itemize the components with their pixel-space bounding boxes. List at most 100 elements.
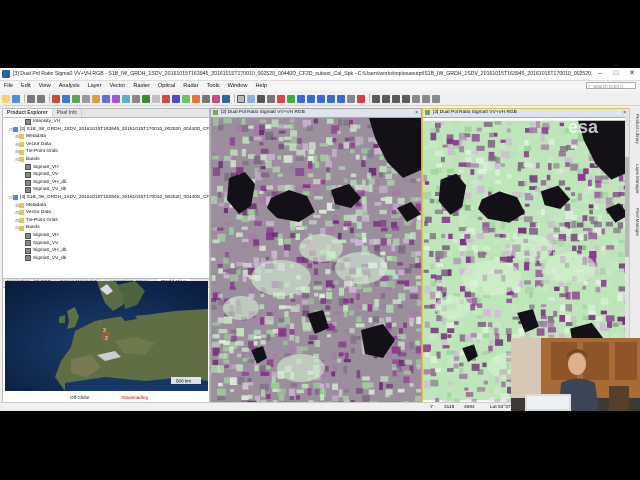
graph-builder-icon[interactable]	[162, 94, 170, 103]
zoom-out-icon[interactable]	[382, 94, 390, 103]
interferometry-icon[interactable]	[222, 94, 230, 103]
world-view-map[interactable]: 3 2 500 km	[5, 281, 208, 391]
menu-file[interactable]: File	[0, 83, 17, 89]
tab-product-explorer[interactable]: Product Explorer	[3, 109, 53, 117]
pin-tool-icon[interactable]	[277, 94, 285, 103]
spectrum-icon[interactable]	[122, 94, 130, 103]
information-icon[interactable]	[62, 94, 70, 103]
image-view-left[interactable]: [2] Dual Pol Ratio Sigma0 VV+VH RGB ×	[210, 108, 422, 403]
geocoding-icon[interactable]	[72, 94, 80, 103]
tile-vertically-icon[interactable]	[432, 94, 440, 103]
menu-analysis[interactable]: Analysis	[55, 83, 84, 89]
menu-edit[interactable]: Edit	[17, 83, 35, 89]
tab-pixel-info[interactable]: Pixel Info	[53, 109, 83, 117]
maximize-button[interactable]: □	[608, 68, 624, 80]
search-input[interactable]: ⌕ Search (Ctrl+I)	[586, 82, 636, 89]
sentinel-icon[interactable]	[192, 94, 200, 103]
zoom-all-icon[interactable]	[392, 94, 400, 103]
menu-layer[interactable]: Layer	[84, 83, 106, 89]
open-product-icon[interactable]	[2, 94, 10, 103]
tree-node[interactable]: Intensity_VH	[3, 118, 209, 126]
tree-node[interactable]: Sigma0_VV	[3, 171, 209, 179]
tree-node[interactable]: ⊞ Metadata	[3, 202, 209, 210]
undo-icon[interactable]	[27, 94, 35, 103]
folder-icon	[19, 210, 24, 216]
menu-window[interactable]: Window	[224, 83, 252, 89]
tree-node[interactable]: Sigma0_VH_db	[3, 179, 209, 187]
close-view-icon[interactable]: ×	[623, 109, 626, 117]
tree-node[interactable]: ⊟ Bands	[3, 156, 209, 164]
gcp-tool-icon[interactable]	[287, 94, 295, 103]
toolbar-separator	[49, 94, 50, 103]
tile-evenly-icon[interactable]	[412, 94, 420, 103]
tree-node-label: Sigma0_VH_db	[33, 248, 67, 254]
tree-node[interactable]: Sigma0_VH	[3, 164, 209, 172]
marker-label-3: 3	[103, 328, 106, 334]
tree-node-label: Bands	[26, 225, 40, 231]
zoom-in-icon[interactable]	[372, 94, 380, 103]
band-icon	[25, 247, 31, 254]
tree-node[interactable]: ⊟ [2] S1B_IW_GRDH_1SDV_20161015T163945_20…	[3, 126, 209, 134]
profile-plot-icon[interactable]	[112, 94, 120, 103]
menu-vector[interactable]: Vector	[106, 83, 130, 89]
tree-node[interactable]: ⊞ Tie-Point Grids	[3, 217, 209, 225]
tree-node[interactable]: ⊞ Vector Data	[3, 141, 209, 149]
draw-rectangle-icon[interactable]	[317, 94, 325, 103]
menu-view[interactable]: View	[35, 83, 55, 89]
mask-manager-icon[interactable]	[132, 94, 140, 103]
close-button[interactable]: ✕	[624, 68, 640, 80]
menu-help[interactable]: Help	[252, 83, 272, 89]
draw-polyline-icon[interactable]	[307, 94, 315, 103]
time-series-icon[interactable]	[182, 94, 190, 103]
polarimetry-icon[interactable]	[212, 94, 220, 103]
status-x-value: 3118	[444, 405, 455, 410]
tree-node[interactable]: Sigma0_VV_db	[3, 255, 209, 263]
draw-ellipse-icon[interactable]	[337, 94, 345, 103]
select-tool-icon[interactable]	[237, 94, 245, 103]
band-maths-icon[interactable]	[52, 94, 60, 103]
tree-node[interactable]: ⊟ [3] S1B_IW_GRDH_1SDV_20161015T163945_20…	[3, 194, 209, 202]
minimize-button[interactable]: –	[592, 68, 608, 80]
image-view-tab-left[interactable]: [2] Dual Pol Ratio Sigma0 VV+VH RGB ×	[211, 109, 421, 118]
scatter-plot-icon[interactable]	[102, 94, 110, 103]
dock-product-library[interactable]: Product Library	[632, 114, 640, 144]
dock-layer-manager[interactable]: Layer Manager	[632, 164, 640, 194]
image-view-tab-right[interactable]: [3] Dual Pol Ratio Sigma0 VV+VH RGB ×	[423, 109, 629, 118]
sar-tool-icon[interactable]	[202, 94, 210, 103]
tree-node[interactable]: Sigma0_VH_db	[3, 247, 209, 255]
snap-app-icon	[2, 70, 10, 78]
product-tree: Intensity_VH ⊟ [2] S1B_IW_GRDH_1SDV_201610…	[3, 118, 209, 278]
tile-horizontally-icon[interactable]	[422, 94, 430, 103]
tree-node[interactable]: Sigma0_VV	[3, 240, 209, 248]
zoom-tool-icon[interactable]	[257, 94, 265, 103]
draw-polygon-icon[interactable]	[327, 94, 335, 103]
toolbar-separator	[24, 94, 25, 103]
zoom-pixel-icon[interactable]	[402, 94, 410, 103]
dock-pixel-manager[interactable]: Pixel Manager	[632, 208, 640, 236]
close-view-icon[interactable]: ×	[415, 109, 418, 117]
redo-icon[interactable]	[37, 94, 45, 103]
sar-rgb-image-left[interactable]	[211, 118, 421, 403]
menu-radar[interactable]: Radar	[179, 83, 202, 89]
statistics-icon[interactable]	[82, 94, 90, 103]
histogram-icon[interactable]	[92, 94, 100, 103]
pan-tool-icon[interactable]	[247, 94, 255, 103]
tree-node[interactable]: Sigma0_VV_db	[3, 186, 209, 194]
tree-node[interactable]: Sigma0_VH	[3, 232, 209, 240]
draw-line-icon[interactable]	[297, 94, 305, 103]
pixel-info-tool-icon[interactable]	[267, 94, 275, 103]
range-finder-icon[interactable]	[347, 94, 355, 103]
menu-raster[interactable]: Raster	[129, 83, 153, 89]
save-product-icon[interactable]	[12, 94, 20, 103]
magic-wand-icon[interactable]	[357, 94, 365, 103]
tree-node[interactable]: ⊞ Tie-Point Grids	[3, 148, 209, 156]
world-map-icon[interactable]	[142, 94, 150, 103]
tree-node[interactable]: ⊞ Metadata	[3, 133, 209, 141]
sync-views-icon[interactable]	[152, 94, 160, 103]
tree-node[interactable]: ⊞ Vector Data	[3, 209, 209, 217]
menu-optical[interactable]: Optical	[154, 83, 179, 89]
batch-processing-icon[interactable]	[172, 94, 180, 103]
menu-tools[interactable]: Tools	[203, 83, 224, 89]
tree-node[interactable]: ⊟ Bands	[3, 224, 209, 232]
tree-node-label: Tie-Point Grids	[26, 149, 58, 155]
